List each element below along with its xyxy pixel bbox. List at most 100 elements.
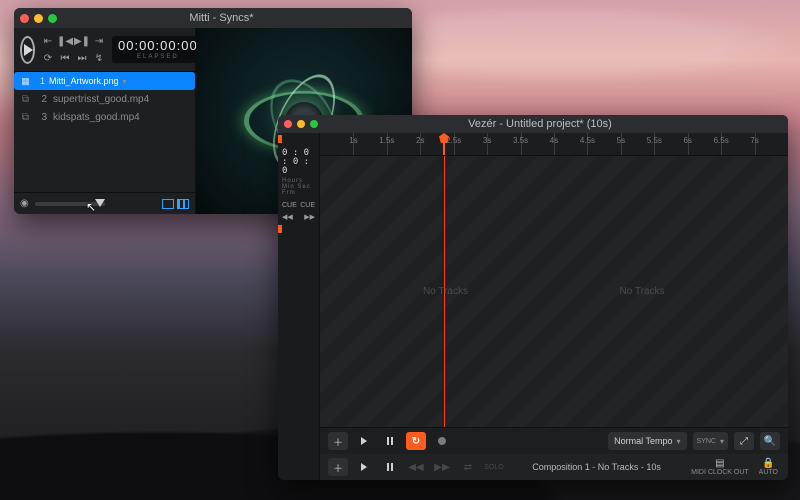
mitti-timecode: 00:00:00:00 ELAPSED [112,36,204,63]
vezer-gutter: 0 : 0 : 0 : 0 Hours Min Sec Frm CUE CUE … [278,133,320,480]
time-ruler[interactable]: 1s1.5s2s2.5s3s3.5s4s4.5s5s5.5s6s6.5s7s [320,133,788,155]
comp-record-button[interactable] [432,432,452,450]
proj-link-button[interactable]: ⇄ [458,458,478,476]
ruler-label: 1.5s [379,136,394,145]
mitti-playlist: ▦ 1 Mitti_Artwork.png ⧉ 2 supertrisst_go… [14,72,195,192]
prev-cue-button[interactable]: ⇤ [41,34,55,48]
ffwd-icon: ▶▶ [304,213,315,221]
maximize-icon[interactable] [310,120,318,128]
ruler-label: 2s [416,136,424,145]
loop-end-handle[interactable] [278,225,282,233]
sync-label: SYNC [697,438,716,445]
play-icon [361,437,367,445]
add-composition-button[interactable]: ＋ [328,458,348,476]
video-icon: ⧉ [20,112,31,123]
ruler-label: 5s [617,136,625,145]
ffwd-button[interactable]: ⏭ [75,51,89,65]
no-tracks-label: No Tracks [620,286,665,297]
rewind-button[interactable]: ⏮ [58,51,72,65]
midi-icon: ▤ [715,458,724,469]
play-icon [361,463,367,471]
close-icon[interactable] [20,14,29,23]
layout-single-button[interactable] [162,199,174,209]
tracks-area[interactable]: No Tracks No Tracks [320,155,788,428]
tempo-select[interactable]: Normal Tempo [608,432,686,450]
comp-pause-button[interactable] [380,432,400,450]
loop-start-handle[interactable] [278,135,282,143]
mitti-sidebar: ⇤ ❚◀ ▶❚ ⇥ ⟳ ⏮ ⏭ ↯ 00:00:00:00 ELAPSED ▦ [14,28,196,214]
ruler-label: 3s [483,136,491,145]
status-text: Composition 1 - No Tracks - 10s [532,462,661,472]
playlist-name: kidspats_good.mp4 [53,112,140,123]
project-toolbar: ＋ ◀◀ ▶▶ ⇄ SOLO Composition 1 - No Tracks… [320,454,788,480]
playlist-row[interactable]: ▦ 1 Mitti_Artwork.png [14,72,195,90]
mitti-transport: ⇤ ❚◀ ▶❚ ⇥ ⟳ ⏮ ⏭ ↯ 00:00:00:00 ELAPSED [14,28,195,72]
ruler-label: 3.5s [513,136,528,145]
ruler-label: 4.5s [580,136,595,145]
comp-loop-button[interactable]: ↻ [406,432,426,450]
midi-clock-button[interactable]: ▤ MIDI CLOCK OUT [689,458,751,476]
auto-button[interactable]: 🔒 AUTO [757,458,780,476]
playlist-index: 3 [37,112,47,123]
vezer-timecode: 0 : 0 : 0 : 0 [278,145,319,178]
solo-label: SOLO [484,464,503,471]
proj-play-button[interactable] [354,458,374,476]
zoom-button[interactable]: 🔍 [760,432,780,450]
vezer-main: 1s1.5s2s2.5s3s3.5s4s4.5s5s5.5s6s6.5s7s N… [320,133,788,480]
vezer-titlebar[interactable]: Vezér - Untitled project* (10s) [278,115,788,133]
pause-icon [387,463,393,471]
loop-button[interactable]: ⟳ [41,51,55,65]
play-button[interactable] [20,36,35,64]
ruler-label: 6s [683,136,691,145]
auto-label: AUTO [759,469,778,476]
minimize-icon[interactable] [34,14,43,23]
shuffle-button[interactable]: ↯ [92,51,106,65]
add-track-button[interactable]: ＋ [328,432,348,450]
composition-toolbar: ＋ ↻ Normal Tempo SYNC ⤢ 🔍 [320,428,788,454]
mouse-cursor-icon: ↖ [86,200,96,214]
mitti-titlebar[interactable]: Mitti - Syncs* [14,8,412,28]
timecode-label: ELAPSED [137,54,179,60]
midi-label: MIDI CLOCK OUT [691,469,749,476]
comp-play-button[interactable] [354,432,374,450]
close-icon[interactable] [284,120,292,128]
record-icon [438,437,446,445]
vezer-traffic-lights [284,120,318,128]
playlist-name: Mitti_Artwork.png [49,76,119,86]
prev-cue-button[interactable]: CUE CUE [278,200,319,211]
ruler-label: 5.5s [647,136,662,145]
maximize-icon[interactable] [48,14,57,23]
ruler-label: 7s [750,136,758,145]
playlist-index: 1 [35,76,45,86]
mitti-title: Mitti - Syncs* [65,12,406,24]
vezer-title: Vezér - Untitled project* (10s) [326,118,782,130]
proj-prev-button[interactable]: ◀◀ [406,458,426,476]
layout-split-button[interactable] [177,199,189,209]
sync-select[interactable]: SYNC [693,432,728,450]
playlist-row[interactable]: ⧉ 2 supertrisst_good.mp4 [14,90,195,108]
next-cue-button[interactable]: ◀◀ ▶▶ [278,211,319,223]
rewind-icon: ◀◀ [282,213,293,221]
cue-label: CUE [282,202,297,209]
mitti-traffic-lights [20,14,57,23]
minimize-icon[interactable] [297,120,305,128]
step-fwd-button[interactable]: ▶❚ [75,34,89,48]
step-back-button[interactable]: ❚◀ [58,34,72,48]
image-icon: ▦ [20,76,31,87]
vezer-timecode-label: Hours Min Sec Frm [278,178,319,200]
proj-pause-button[interactable] [380,458,400,476]
visibility-icon[interactable]: ◉ [20,198,29,209]
no-tracks-label: No Tracks [423,286,468,297]
proj-solo-button[interactable]: SOLO [484,458,504,476]
cue-next-label: CUE [300,202,315,209]
playlist-row[interactable]: ⧉ 3 kidspats_good.mp4 [14,108,195,126]
playhead-stem-icon [443,143,445,155]
vezer-window: Vezér - Untitled project* (10s) 0 : 0 : … [278,115,788,480]
zoom-fit-button[interactable]: ⤢ [734,432,754,450]
video-icon: ⧉ [20,94,31,105]
ruler-label: 1s [349,136,357,145]
slider-thumb-icon[interactable] [95,199,105,207]
next-cue-button[interactable]: ⇥ [92,34,106,48]
proj-next-button[interactable]: ▶▶ [432,458,452,476]
playlist-index: 2 [37,94,47,105]
